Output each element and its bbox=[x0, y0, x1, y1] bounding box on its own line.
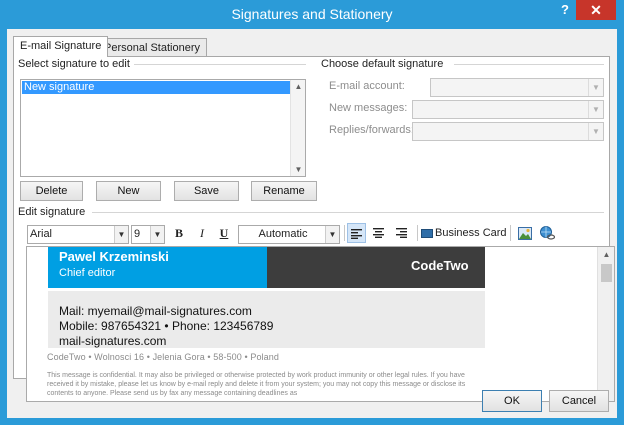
replies-forwards-select[interactable]: ▼ bbox=[412, 122, 604, 141]
signature-disclaimer: This message is confidential. It may als… bbox=[47, 372, 466, 397]
bold-button[interactable]: B bbox=[170, 223, 188, 243]
hyperlink-globe-icon bbox=[539, 226, 555, 240]
business-card-icon bbox=[421, 228, 433, 238]
chevron-down-icon: ▼ bbox=[588, 123, 603, 140]
cancel-button[interactable]: Cancel bbox=[549, 390, 609, 412]
list-item[interactable]: New signature bbox=[22, 81, 291, 94]
signature-address: CodeTwo • Wolnosci 16 • Jelenia Gora • 5… bbox=[47, 352, 279, 362]
business-card-label: Business Card bbox=[435, 227, 507, 239]
editor-scrollbar[interactable]: ▲ ▼ bbox=[597, 247, 614, 401]
chevron-down-icon: ▼ bbox=[114, 226, 128, 243]
scroll-up-icon[interactable]: ▲ bbox=[598, 250, 614, 259]
new-messages-select[interactable]: ▼ bbox=[412, 100, 604, 119]
underline-button[interactable]: U bbox=[215, 223, 233, 243]
scroll-up-icon[interactable]: ▲ bbox=[291, 82, 306, 91]
group-divider bbox=[92, 212, 604, 213]
business-card-button[interactable]: Business Card bbox=[421, 223, 507, 243]
new-messages-label: New messages: bbox=[329, 102, 408, 114]
list-scrollbar[interactable]: ▲ ▼ bbox=[290, 80, 305, 176]
signature-list[interactable]: New signature ▲ ▼ bbox=[20, 79, 306, 177]
title-bar: Signatures and Stationery ? ✕ bbox=[0, 0, 624, 29]
default-signature-label: Choose default signature bbox=[321, 58, 448, 70]
replies-forwards-label: Replies/forwards: bbox=[329, 124, 414, 136]
group-divider bbox=[124, 64, 306, 65]
help-button[interactable]: ? bbox=[558, 2, 572, 22]
signature-brand: CodeTwo bbox=[411, 258, 469, 273]
picture-icon bbox=[518, 227, 532, 240]
align-right-button[interactable] bbox=[392, 223, 411, 243]
signature-mail: Mail: myemail@mail-signatures.com bbox=[59, 304, 252, 318]
insert-hyperlink-button[interactable] bbox=[538, 223, 556, 243]
chevron-down-icon: ▼ bbox=[325, 226, 339, 243]
toolbar-separator bbox=[510, 225, 511, 241]
rename-button[interactable]: Rename bbox=[251, 181, 317, 201]
font-value: Arial bbox=[30, 228, 53, 240]
scroll-down-icon[interactable]: ▼ bbox=[291, 165, 306, 174]
align-left-icon bbox=[351, 229, 362, 239]
toolbar-separator bbox=[344, 225, 345, 241]
align-center-icon bbox=[373, 228, 384, 238]
font-color-value: Automatic bbox=[258, 228, 308, 240]
signature-name: Pawel Krzeminski bbox=[59, 249, 169, 264]
scroll-thumb[interactable] bbox=[601, 264, 612, 282]
signature-editor[interactable]: Pawel Krzeminski Chief editor CodeTwo Ma… bbox=[26, 246, 615, 402]
save-button[interactable]: Save bbox=[174, 181, 239, 201]
signature-role: Chief editor bbox=[59, 267, 116, 279]
ok-button[interactable]: OK bbox=[482, 390, 542, 412]
chevron-down-icon: ▼ bbox=[588, 101, 603, 118]
select-signature-label: Select signature to edit bbox=[18, 58, 134, 70]
new-button[interactable]: New bbox=[96, 181, 161, 201]
font-size-value: 9 bbox=[134, 228, 141, 240]
close-button[interactable]: ✕ bbox=[576, 0, 616, 20]
italic-button[interactable]: I bbox=[193, 223, 211, 243]
dialog-window: Signatures and Stationery ? ✕ E-mail Sig… bbox=[0, 0, 624, 425]
align-left-button[interactable] bbox=[347, 223, 366, 243]
dialog-client: E-mail Signature Personal Stationery Sel… bbox=[7, 29, 617, 418]
email-account-select[interactable]: ▼ bbox=[430, 78, 604, 97]
align-right-icon bbox=[396, 228, 407, 238]
signature-phones: Mobile: 987654321 • Phone: 123456789 bbox=[59, 319, 274, 333]
window-title: Signatures and Stationery bbox=[231, 6, 393, 22]
email-account-label: E-mail account: bbox=[329, 80, 405, 92]
chevron-down-icon: ▼ bbox=[150, 226, 164, 243]
align-center-button[interactable] bbox=[369, 223, 388, 243]
chevron-down-icon: ▼ bbox=[588, 79, 603, 96]
insert-picture-button[interactable] bbox=[516, 223, 534, 243]
font-select[interactable]: Arial ▼ bbox=[27, 225, 129, 244]
font-color-select[interactable]: Automatic ▼ bbox=[238, 225, 340, 244]
delete-button[interactable]: Delete bbox=[20, 181, 83, 201]
font-size-select[interactable]: 9 ▼ bbox=[131, 225, 165, 244]
tab-personal-stationery[interactable]: Personal Stationery bbox=[97, 38, 207, 57]
tab-email-signature[interactable]: E-mail Signature bbox=[13, 36, 109, 57]
edit-signature-label: Edit signature bbox=[18, 206, 90, 218]
group-divider bbox=[454, 64, 604, 65]
toolbar-separator bbox=[417, 225, 418, 241]
signature-website: mail-signatures.com bbox=[59, 334, 167, 348]
